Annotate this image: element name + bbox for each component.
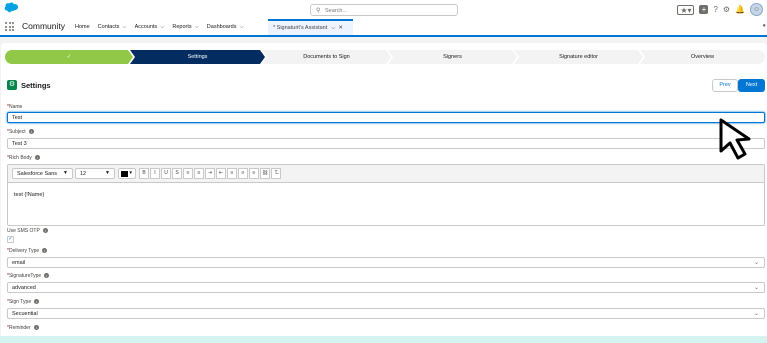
section-title: Settings bbox=[21, 81, 51, 90]
path-step-signers[interactable]: Signers bbox=[388, 50, 517, 64]
nav-item-contacts[interactable]: Contacts ⌵ bbox=[98, 24, 127, 31]
chevron-down-icon: ⌵ bbox=[160, 24, 165, 30]
align-right-button[interactable]: ≡ bbox=[249, 168, 259, 179]
global-actions-icon[interactable]: + bbox=[699, 5, 709, 14]
name-input[interactable]: Test bbox=[7, 112, 765, 123]
color-swatch bbox=[121, 171, 128, 177]
wizard-path: ✓ Settings Documents to Sign Signers Sig… bbox=[5, 50, 765, 64]
info-icon: i bbox=[33, 325, 39, 331]
header-utility-icons: ★▾ + ? ⚙ 🔔 ☺ bbox=[677, 3, 763, 16]
sign-type-select[interactable]: Secuential ⌄ bbox=[7, 308, 765, 319]
app-launcher-icon[interactable] bbox=[5, 22, 14, 31]
font-size-select[interactable]: 12 ▼ bbox=[75, 168, 115, 179]
indent-button[interactable]: ⇥ bbox=[205, 168, 215, 179]
chevron-down-icon: ⌵ bbox=[239, 24, 244, 30]
tab-label: * Signaturit's Assistant bbox=[273, 25, 328, 31]
tab-signaturit-assistant[interactable]: * Signaturit's Assistant ⌵ ✕ bbox=[268, 19, 353, 35]
subject-label: *Subject i bbox=[7, 129, 34, 135]
path-step-settings[interactable]: Settings bbox=[130, 50, 265, 64]
path-step-overview[interactable]: Overview bbox=[640, 50, 765, 64]
nav-edit-icon[interactable]: ● bbox=[762, 23, 766, 29]
chevron-down-icon[interactable]: ⌵ bbox=[331, 25, 335, 31]
close-icon[interactable]: ✕ bbox=[338, 25, 343, 31]
sign-type-label: *Sign Type i bbox=[7, 299, 40, 305]
caret-down-icon: ▼ bbox=[63, 170, 68, 176]
path-step-signature-editor[interactable]: Signature editor bbox=[514, 50, 643, 64]
chevron-down-icon: ⌄ bbox=[753, 285, 759, 291]
align-left-button[interactable]: ≡ bbox=[227, 168, 237, 179]
delivery-type-select[interactable]: email ⌄ bbox=[7, 257, 765, 268]
help-icon[interactable]: ? bbox=[713, 5, 717, 15]
info-icon: i bbox=[34, 155, 40, 161]
sms-otp-checkbox[interactable]: ✓ bbox=[7, 236, 14, 243]
nav-item-dashboards[interactable]: Dashboards ⌵ bbox=[207, 24, 244, 31]
underline-button[interactable]: U bbox=[161, 168, 171, 179]
favorites-icon[interactable]: ★▾ bbox=[677, 4, 695, 15]
caret-down-icon: ▼ bbox=[105, 170, 110, 176]
path-step-documents-to-sign[interactable]: Documents to Sign bbox=[262, 50, 391, 64]
main-card: ✓ Settings Documents to Sign Signers Sig… bbox=[1, 43, 767, 343]
rich-body-content[interactable]: test {!Name} bbox=[14, 192, 44, 198]
notifications-bell-icon[interactable]: 🔔 bbox=[735, 5, 745, 15]
strikethrough-button[interactable]: S bbox=[172, 168, 182, 179]
rich-body-editor[interactable]: Salesforce Sans ▼ 12 ▼ ▼ B I U S ≡ ≡ ⇥ ⇤ ≡… bbox=[7, 164, 765, 226]
italic-button[interactable]: I bbox=[150, 168, 160, 179]
search-placeholder: Search... bbox=[325, 7, 348, 14]
info-icon: i bbox=[42, 248, 48, 254]
nav-item-reports[interactable]: Reports ⌵ bbox=[172, 24, 198, 31]
global-search-input[interactable]: ⚲ Search... bbox=[310, 4, 458, 16]
outdent-button[interactable]: ⇤ bbox=[216, 168, 226, 179]
path-step-completed[interactable]: ✓ bbox=[5, 50, 133, 64]
prev-button[interactable]: Prev bbox=[712, 79, 738, 92]
nav-item-accounts[interactable]: Accounts ⌵ bbox=[135, 24, 165, 31]
info-icon: i bbox=[34, 299, 40, 305]
clear-formatting-button[interactable]: T̶ bbox=[271, 168, 281, 179]
numbered-list-button[interactable]: ≡ bbox=[194, 168, 204, 179]
chevron-down-icon: ⌄ bbox=[753, 311, 759, 317]
setup-gear-icon[interactable]: ⚙ bbox=[723, 5, 730, 15]
next-button[interactable]: Next bbox=[738, 79, 765, 92]
info-icon: i bbox=[42, 228, 48, 234]
nav-item-home[interactable]: Home bbox=[75, 24, 90, 31]
mouse-cursor-icon bbox=[719, 118, 751, 160]
name-label: *Name bbox=[7, 104, 23, 110]
signature-type-select[interactable]: advanced ⌄ bbox=[7, 282, 765, 293]
app-name: Community bbox=[22, 21, 65, 31]
bold-button[interactable]: B bbox=[139, 168, 149, 179]
bullet-list-button[interactable]: ≡ bbox=[183, 168, 193, 179]
rich-body-label: *Rich Body i bbox=[7, 155, 40, 161]
search-icon: ⚲ bbox=[316, 8, 321, 14]
link-button[interactable]: ⛓ bbox=[260, 168, 270, 179]
salesforce-logo[interactable] bbox=[3, 2, 18, 13]
signature-type-label: *SignatureType i bbox=[7, 273, 50, 279]
nav-items: Home Contacts ⌵ Accounts ⌵ Reports ⌵ Dashbo… bbox=[75, 24, 244, 31]
info-icon: i bbox=[28, 129, 34, 135]
align-center-button[interactable]: ≡ bbox=[238, 168, 248, 179]
chevron-down-icon: ⌵ bbox=[122, 24, 127, 30]
sms-otp-label: Use SMS OTP i bbox=[7, 228, 48, 234]
navigation-bar: Community Home Contacts ⌵ Accounts ⌵ Repor… bbox=[0, 18, 767, 37]
chevron-down-icon: ⌄ bbox=[753, 260, 759, 266]
bottom-utility-bar bbox=[0, 336, 767, 343]
subject-input[interactable]: Test 3 bbox=[7, 138, 765, 149]
info-icon: i bbox=[44, 273, 50, 279]
user-avatar[interactable]: ☺ bbox=[750, 3, 763, 16]
chevron-down-icon: ⌵ bbox=[194, 24, 199, 30]
global-header: ⚲ Search... ★▾ + ? ⚙ 🔔 ☺ bbox=[0, 0, 767, 18]
caret-down-icon: ▼ bbox=[128, 170, 133, 175]
font-family-select[interactable]: Salesforce Sans ▼ bbox=[12, 168, 73, 179]
settings-section-icon: ⚙ bbox=[7, 80, 17, 90]
format-buttons: B I U S ≡ ≡ ⇥ ⇤ ≡ ≡ ≡ ⛓ T̶ bbox=[139, 168, 281, 179]
delivery-type-label: *Delivery Type i bbox=[7, 248, 48, 254]
reminder-label: *Reminder i bbox=[7, 325, 39, 331]
text-color-picker[interactable]: ▼ bbox=[118, 168, 136, 179]
rich-text-toolbar: Salesforce Sans ▼ 12 ▼ ▼ B I U S ≡ ≡ ⇥ ⇤ ≡… bbox=[8, 165, 764, 183]
